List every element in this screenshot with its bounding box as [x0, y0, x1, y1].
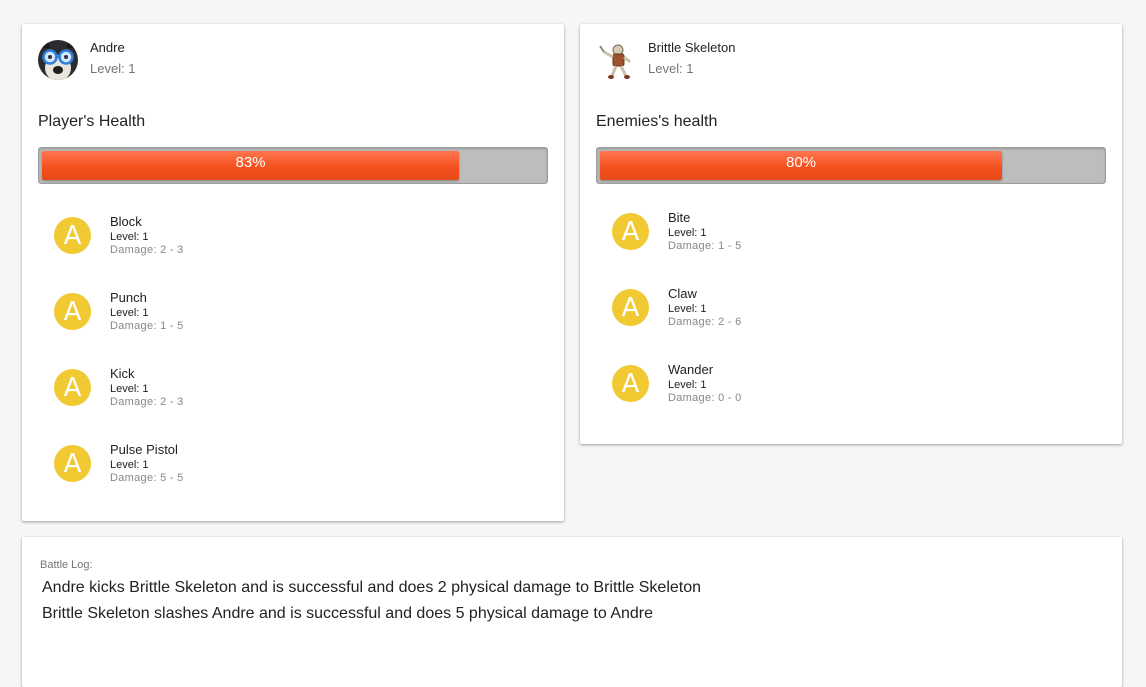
skeleton-avatar-icon: [596, 40, 636, 80]
skill-icon: A: [612, 289, 649, 326]
player-name: Andre: [90, 40, 125, 55]
skill-icon: A: [54, 293, 91, 330]
skill-name: Wander: [668, 362, 714, 377]
skill-damage: Damage: 2 - 6: [668, 316, 742, 328]
enemy-health-bar: 80%: [596, 147, 1106, 184]
battle-log-entry: Andre kicks Brittle Skeleton and is succ…: [42, 579, 702, 596]
enemy-health-label: 80%: [785, 154, 817, 171]
skill-name: Kick: [110, 366, 135, 381]
enemy-card: Brittle Skeleton Level: 1 Enemies's heal…: [580, 24, 1122, 444]
player-avatar: [38, 40, 78, 80]
skill-level: Level: 1: [110, 383, 149, 395]
enemy-level: Level: 1: [648, 61, 694, 76]
player-health-title: Player's Health: [38, 113, 146, 130]
skill-level: Level: 1: [668, 379, 707, 391]
battle-log-card: Battle Log: Andre kicks Brittle Skeleton…: [22, 537, 1122, 687]
battle-log-title: Battle Log:: [40, 559, 93, 571]
player-skill-punch[interactable]: A Punch Level: 1 Damage: 1 - 5: [54, 281, 354, 341]
skill-icon: A: [612, 365, 649, 402]
skill-icon: A: [54, 217, 91, 254]
skill-icon: A: [54, 369, 91, 406]
skill-level: Level: 1: [110, 231, 149, 243]
player-health-label: 83%: [235, 154, 266, 171]
skill-damage: Damage: 5 - 5: [110, 472, 184, 484]
skill-damage: Damage: 2 - 3: [110, 396, 184, 408]
enemy-skill-bite[interactable]: A Bite Level: 1 Damage: 1 - 5: [612, 201, 912, 261]
skill-name: Block: [110, 214, 142, 229]
skill-icon: A: [54, 445, 91, 482]
player-level: Level: 1: [90, 61, 136, 76]
battle-log-entry: Brittle Skeleton slashes Andre and is su…: [42, 605, 654, 622]
skill-damage: Damage: 1 - 5: [668, 240, 742, 252]
skill-damage: Damage: 0 - 0: [668, 392, 742, 404]
player-skill-kick[interactable]: A Kick Level: 1 Damage: 2 - 3: [54, 357, 354, 417]
skill-icon: A: [612, 213, 649, 250]
player-card: Andre Level: 1 Player's Health 83% A Blo…: [22, 24, 564, 521]
skill-name: Claw: [668, 286, 697, 301]
skill-level: Level: 1: [668, 227, 707, 239]
skill-name: Bite: [668, 210, 691, 225]
enemy-health-title: Enemies's health: [596, 113, 718, 130]
skill-name: Punch: [110, 290, 147, 305]
skill-level: Level: 1: [668, 303, 707, 315]
enemy-skill-wander[interactable]: A Wander Level: 1 Damage: 0 - 0: [612, 353, 912, 413]
enemy-avatar: [596, 40, 636, 80]
skill-name: Pulse Pistol: [110, 442, 178, 457]
player-skill-pulse-pistol[interactable]: A Pulse Pistol Level: 1 Damage: 5 - 5: [54, 433, 354, 493]
player-health-bar: 83%: [38, 147, 548, 184]
skill-damage: Damage: 1 - 5: [110, 320, 184, 332]
skill-damage: Damage: 2 - 3: [110, 244, 184, 256]
enemy-skill-claw[interactable]: A Claw Level: 1 Damage: 2 - 6: [612, 277, 912, 337]
skill-level: Level: 1: [110, 307, 149, 319]
player-skill-block[interactable]: A Block Level: 1 Damage: 2 - 3: [54, 205, 354, 265]
skill-level: Level: 1: [110, 459, 149, 471]
dog-avatar-icon: [38, 40, 78, 80]
enemy-name: Brittle Skeleton: [648, 40, 736, 55]
